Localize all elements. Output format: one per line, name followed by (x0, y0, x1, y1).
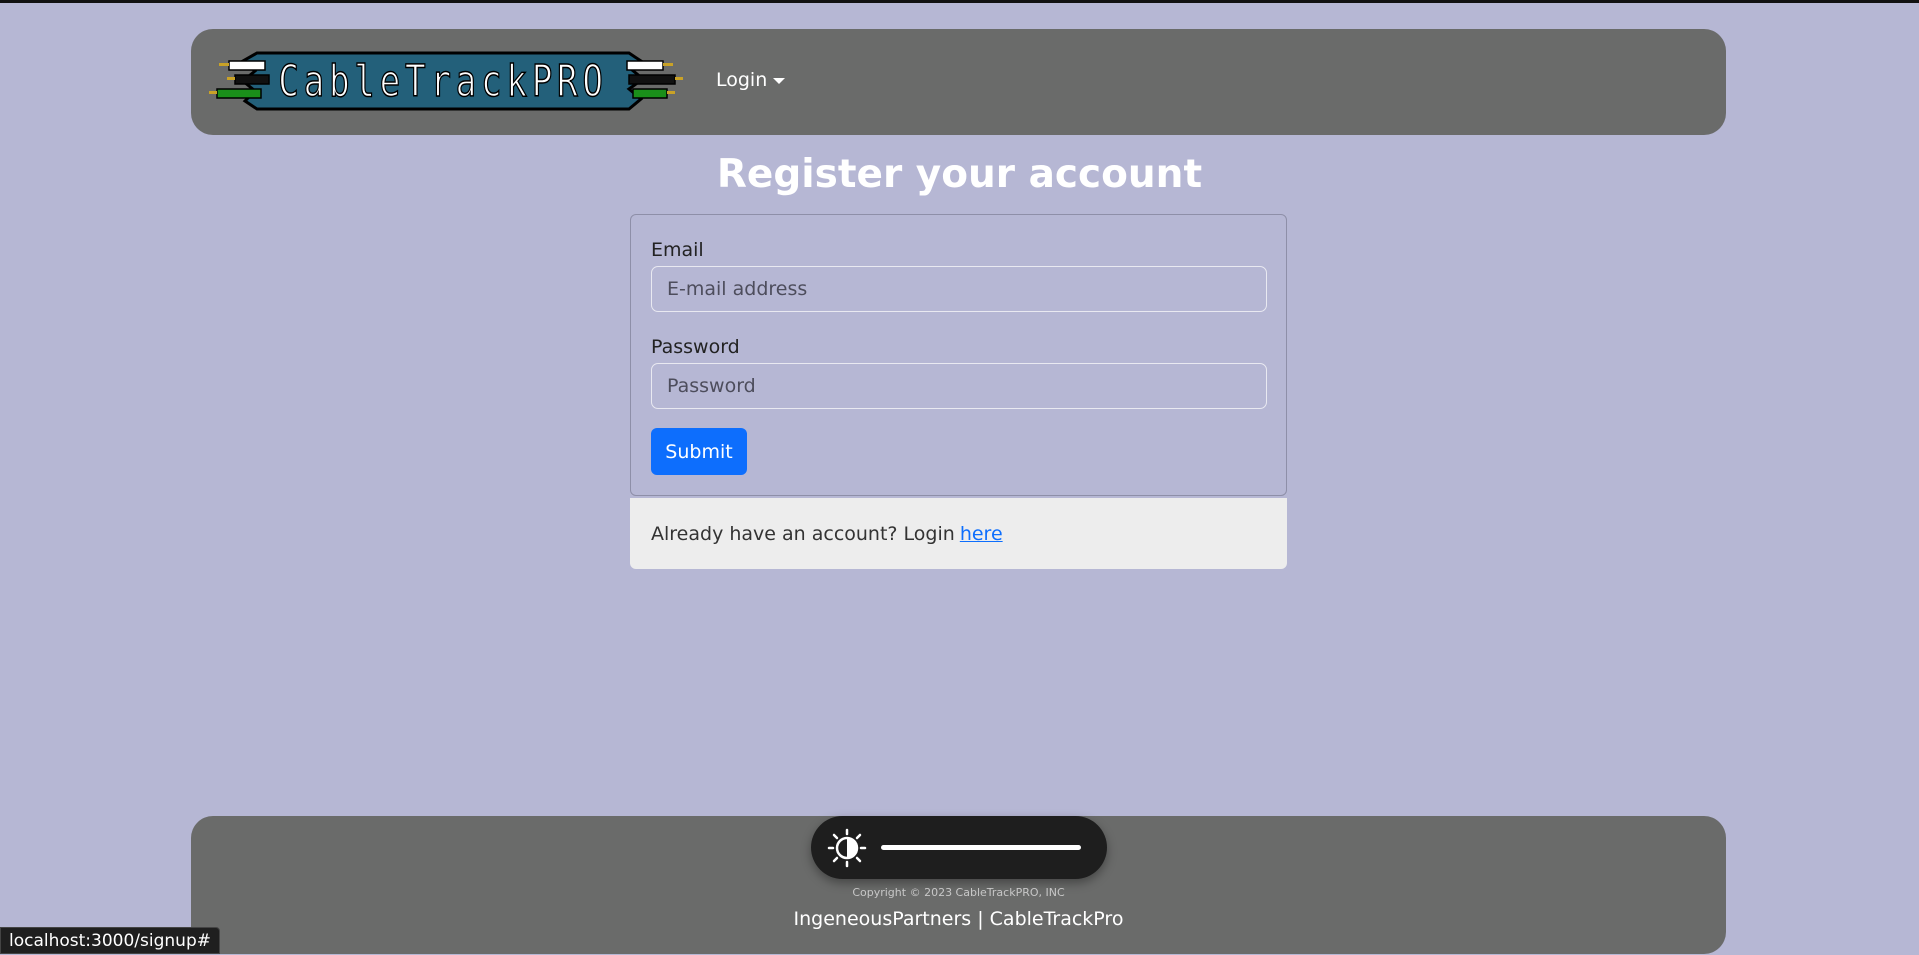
cabletrackpro-logo[interactable]: CableTrackPRO (209, 47, 689, 117)
page-title: Register your account (716, 152, 1203, 197)
password-field[interactable] (651, 363, 1267, 409)
brightness-contrast-icon (827, 828, 867, 868)
password-label: Password (651, 336, 740, 358)
email-label: Email (651, 239, 704, 261)
login-dropdown-toggle[interactable]: Login (716, 69, 786, 91)
brightness-control (811, 816, 1107, 879)
top-navbar: CableTrackPRO Login (191, 29, 1726, 135)
logo-text: CableTrackPRO (278, 55, 608, 108)
login-prompt: Already have an account? Login here (630, 498, 1287, 569)
status-bar-url: localhost:3000/signup# (0, 927, 220, 954)
footer-links[interactable]: IngeneousPartners | CableTrackPro (191, 908, 1726, 930)
login-prompt-text: Already have an account? Login (651, 522, 955, 545)
caret-down-icon (773, 78, 786, 84)
copyright-text: Copyright © 2023 CableTrackPRO, INC (852, 886, 1065, 899)
login-menu-label: Login (716, 69, 768, 91)
submit-button[interactable]: Submit (651, 428, 747, 475)
login-here-link[interactable]: here (960, 523, 1003, 545)
email-field[interactable] (651, 266, 1267, 312)
window-top-border (0, 0, 1919, 3)
register-form: Email Password Submit (630, 214, 1287, 496)
footer: Copyright © 2023 CableTrackPRO, INC Inge… (191, 816, 1726, 954)
brightness-slider[interactable] (881, 845, 1081, 850)
